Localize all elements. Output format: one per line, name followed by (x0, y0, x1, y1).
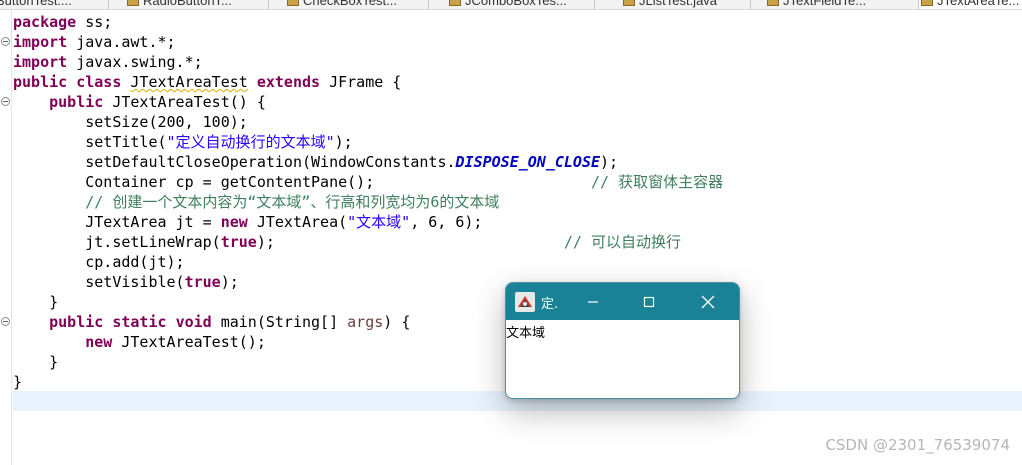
tab-label: CheckBoxTest... (303, 0, 397, 8)
tab-separator (108, 0, 109, 9)
editor-tab-bar: ButtonTest.... RadioButtonT... CheckBoxT… (0, 0, 1022, 10)
tab-checkbox-test[interactable]: CheckBoxTest... (287, 0, 397, 9)
minimize-icon (588, 300, 598, 303)
code-line-8: setDefaultCloseOperation(WindowConstants… (85, 153, 619, 171)
tab-label: JListTest.java (639, 0, 718, 8)
maximize-button[interactable] (626, 283, 672, 320)
code-line-9: Container cp = getContentPane(); // 获取窗体… (85, 173, 724, 191)
tab-label: ButtonTest.... (0, 0, 72, 8)
fold-toggle-icon[interactable] (1, 317, 10, 326)
code-line-6: setSize(200, 100); (85, 113, 248, 131)
code-line-16: public static void main(String[] args) { (49, 313, 411, 331)
java-app-icon (515, 292, 535, 312)
tab-jcombobox-test[interactable]: JComboBoxTes... (449, 0, 567, 9)
code-line-19: } (13, 373, 23, 391)
java-file-icon (623, 0, 635, 6)
editor-ruler (0, 10, 12, 465)
code-line-12: jt.setLineWrap(true); // 可以自动换行 (85, 233, 681, 251)
minimize-button[interactable] (570, 283, 616, 320)
window-title: 定. (541, 297, 559, 312)
tab-label: JTextAreaTe... (937, 0, 1020, 8)
watermark: CSDN @2301_76539074 (825, 436, 1010, 454)
code-line-13: cp.add(jt); (85, 253, 185, 271)
code-line-7: setTitle("定义自动换行的文本域"); (85, 133, 353, 151)
code-line-17: new JTextAreaTest(); (85, 333, 266, 351)
code-line-14: setVisible(true); (85, 273, 239, 291)
code-line-10: // 创建一个文本内容为“文本域”、行高和列宽均为6的文本域 (85, 193, 500, 211)
tab-jtextfield-test[interactable]: JTextFieldTe... (767, 0, 866, 9)
code-line-2: import java.awt.*; (13, 33, 176, 51)
java-file-icon (767, 0, 779, 6)
code-line-11: JTextArea jt = new JTextArea("文本域", 6, 6… (85, 213, 483, 231)
tab-label: JComboBoxTes... (465, 0, 567, 8)
app-window: 定. 文本域 (505, 282, 740, 399)
tab-separator (428, 0, 429, 9)
code-line-4: public class JTextAreaTest extends JFram… (13, 73, 402, 91)
text-area[interactable]: 文本域 (506, 320, 739, 398)
code-line-15: } (49, 293, 59, 311)
tab-radio-button-test[interactable]: RadioButtonT... (127, 0, 232, 9)
tab-jlist-test[interactable]: JListTest.java (623, 0, 717, 9)
tab-separator (268, 0, 269, 9)
tab-separator (750, 0, 751, 9)
fold-toggle-icon[interactable] (1, 97, 10, 106)
window-titlebar[interactable]: 定. (506, 283, 739, 320)
java-file-icon (127, 0, 139, 6)
code-line-5: public JTextAreaTest() { (49, 93, 266, 111)
tab-separator (594, 0, 595, 9)
close-button[interactable] (685, 283, 731, 320)
java-file-icon (921, 0, 933, 6)
java-file-icon (287, 0, 299, 6)
tab-jtextarea-test-label: JTextAreaTe... (921, 0, 1019, 9)
close-icon (701, 295, 715, 308)
code-line-1: package ss; (13, 13, 113, 31)
java-file-icon (449, 0, 461, 6)
fold-toggle-icon[interactable] (1, 37, 10, 46)
code-line-3: import javax.swing.*; (13, 53, 203, 71)
tab-button-test[interactable]: ButtonTest.... (0, 0, 72, 9)
code-line-18: } (49, 353, 59, 371)
tab-label: RadioButtonT... (143, 0, 232, 8)
maximize-icon (643, 296, 655, 307)
tab-label: JTextFieldTe... (783, 0, 867, 8)
